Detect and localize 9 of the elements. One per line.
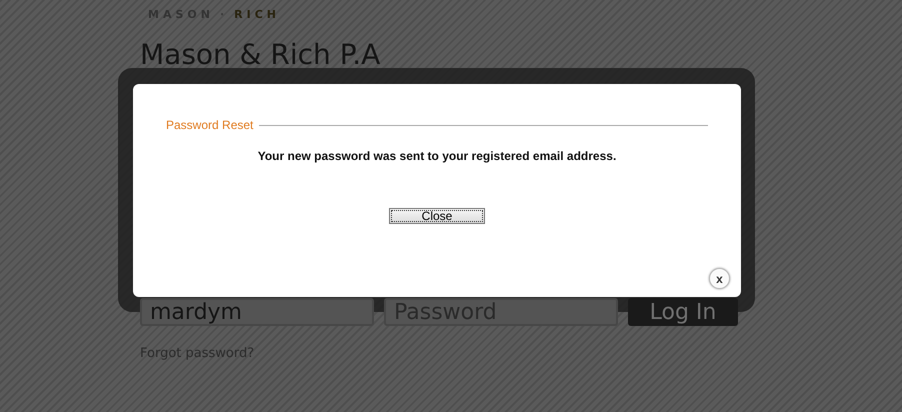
close-icon[interactable]: x xyxy=(709,268,730,289)
page-heading: Mason & Rich P.A xyxy=(140,41,380,69)
close-button[interactable]: Close xyxy=(389,208,485,224)
dialog-message: Your new password was sent to your registered email address. xyxy=(256,149,618,163)
login-button[interactable]: Log In xyxy=(628,298,738,326)
dialog-legend: Password Reset xyxy=(166,118,254,132)
logo-text: RICH xyxy=(234,8,280,21)
logo-separator: · xyxy=(220,8,228,21)
username-field[interactable]: mardym xyxy=(140,298,374,326)
